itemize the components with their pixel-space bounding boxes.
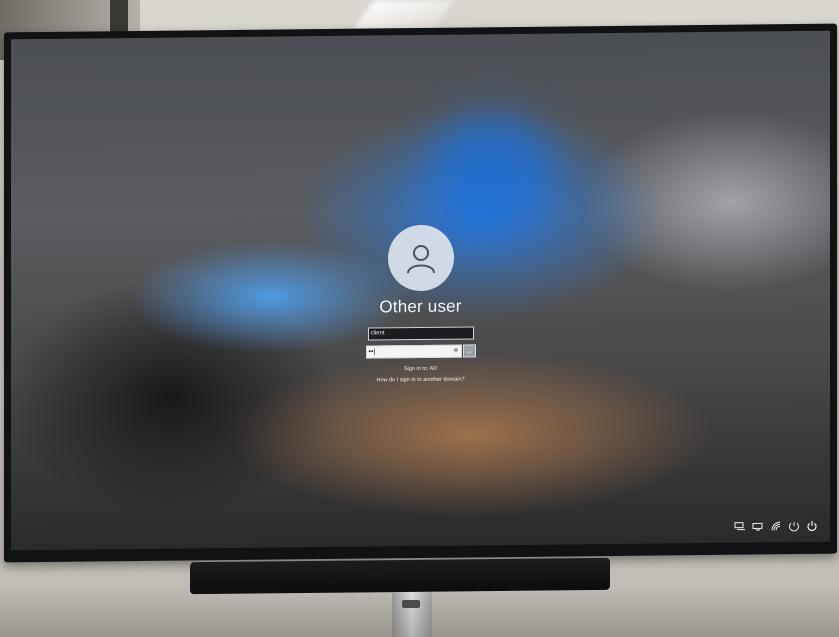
network-icon[interactable] xyxy=(734,521,746,533)
ease-of-access-icon[interactable] xyxy=(788,520,800,532)
windows-lock-screen: Other user client ••| ◉ → Sign in to: AD… xyxy=(11,30,830,551)
password-field[interactable]: ••| ◉ xyxy=(365,344,462,359)
person-icon xyxy=(406,244,435,274)
username-field[interactable]: client xyxy=(367,326,474,341)
lock-screen-tray xyxy=(734,520,818,533)
monitor-bezel: Other user client ••| ◉ → Sign in to: AD… xyxy=(4,23,837,563)
reveal-password-icon[interactable]: ◉ xyxy=(453,346,458,357)
password-row: ••| ◉ → xyxy=(365,344,476,359)
desk-shadow xyxy=(0,587,839,637)
login-panel: Other user client ••| ◉ → Sign in to: AD… xyxy=(11,221,830,388)
user-avatar xyxy=(387,224,454,292)
wifi-icon[interactable] xyxy=(770,520,782,532)
user-name: Other user xyxy=(379,296,462,317)
password-value: ••| xyxy=(368,348,376,356)
photo-scene: Other user client ••| ◉ → Sign in to: AD… xyxy=(0,0,839,637)
sign-in-domain-label: Sign in to: AD xyxy=(403,365,438,373)
wallpaper-reflection xyxy=(431,113,551,235)
power-icon[interactable] xyxy=(806,520,818,532)
accessibility-icon[interactable] xyxy=(752,520,764,532)
submit-arrow-button[interactable]: → xyxy=(462,344,476,358)
other-domain-link[interactable]: How do I sign in to another domain? xyxy=(376,377,464,384)
